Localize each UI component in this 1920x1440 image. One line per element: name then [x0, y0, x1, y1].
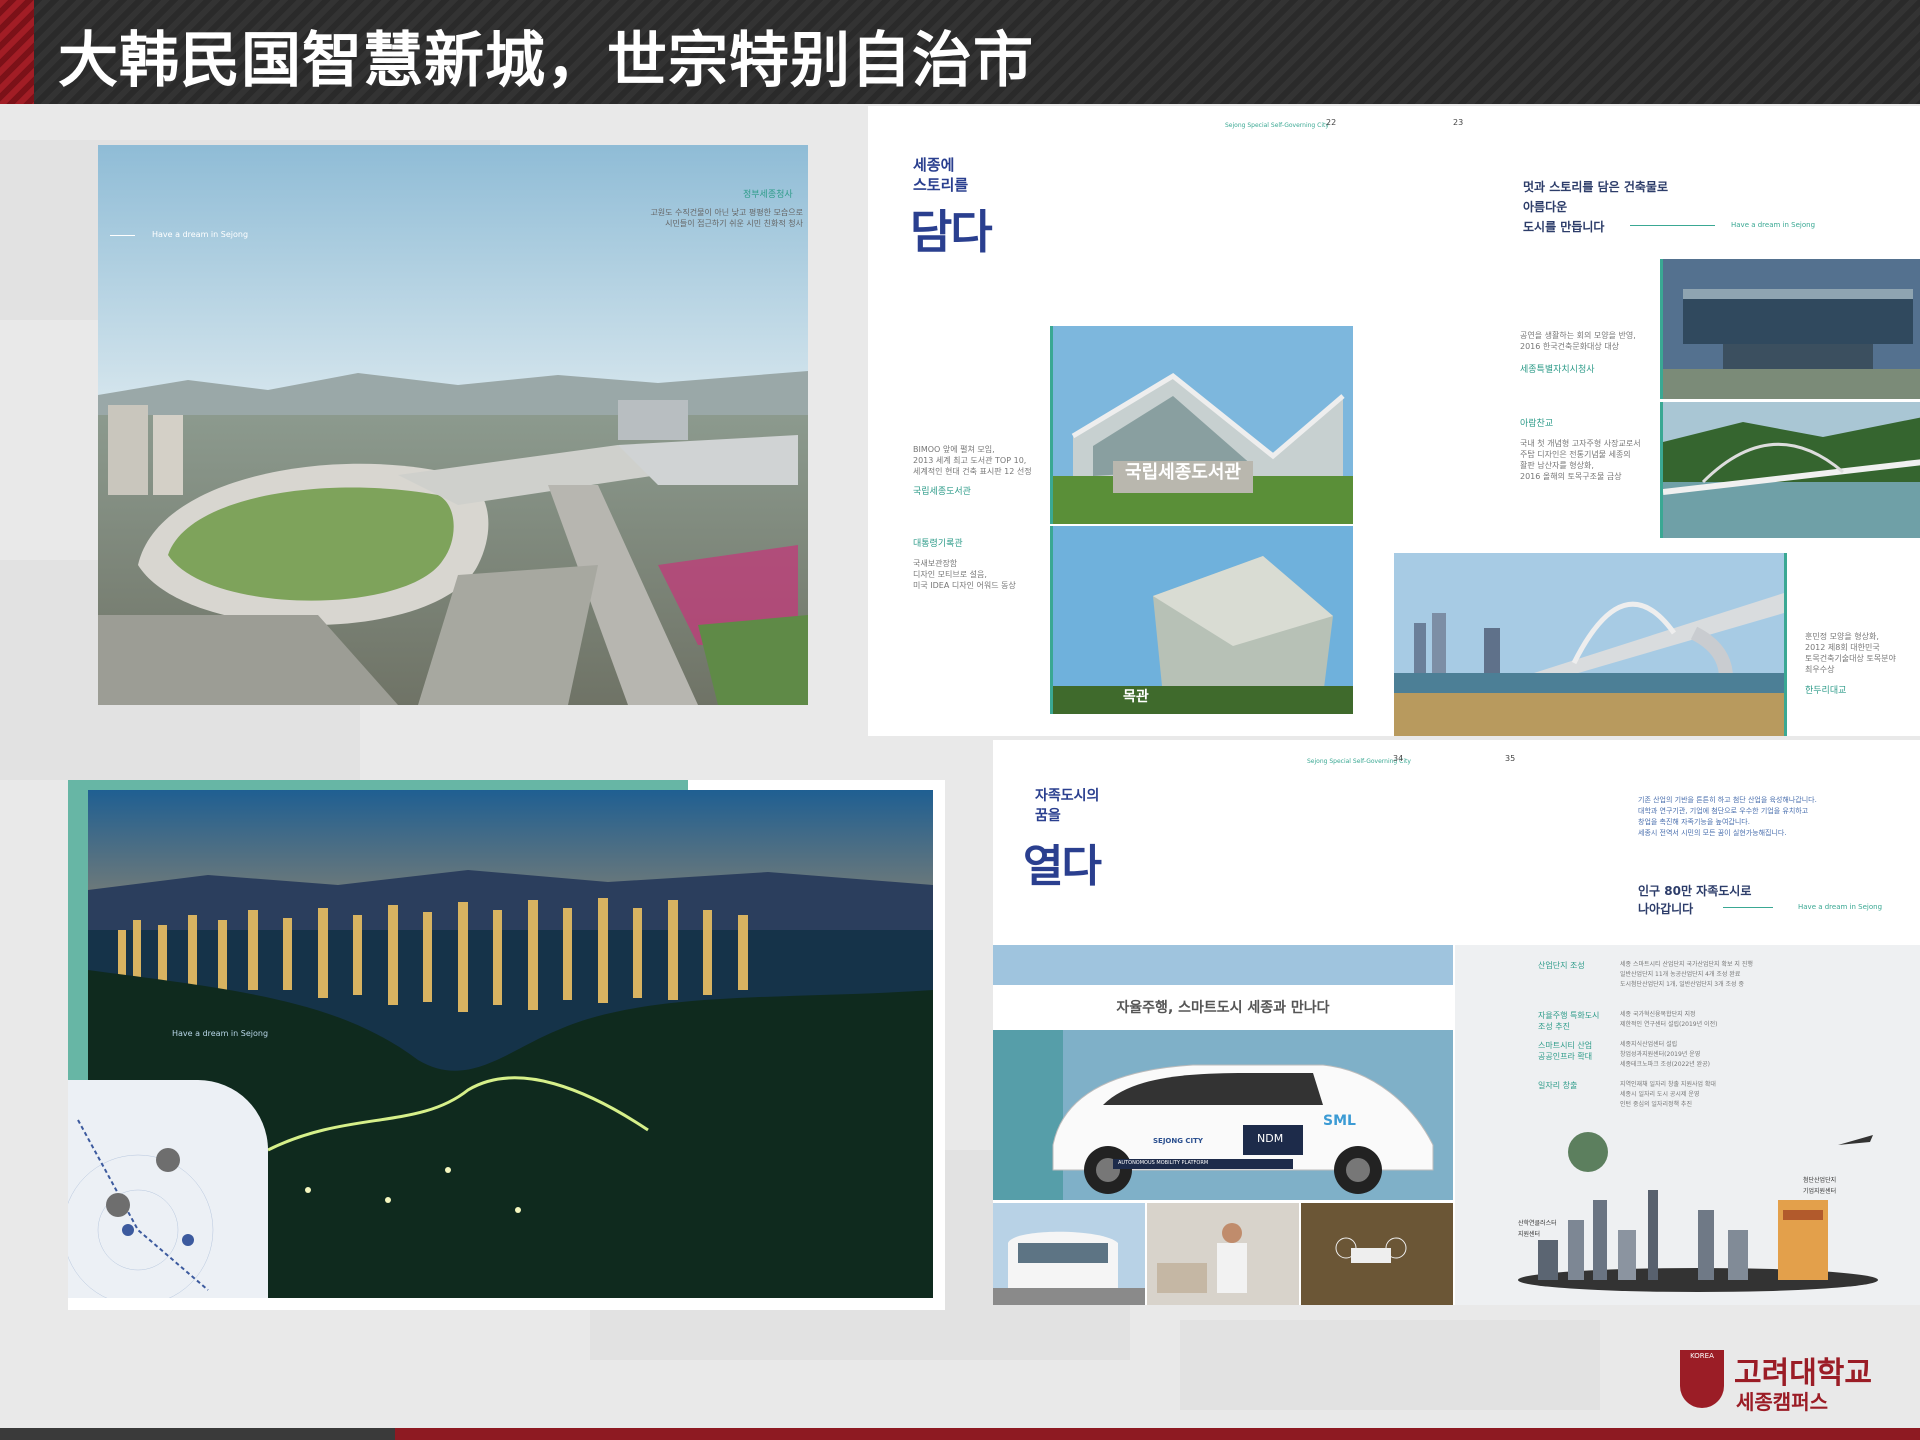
car-sml: SML	[1323, 1113, 1356, 1129]
tagline-rule	[110, 235, 135, 236]
left-heading-2: 대통령기록관	[913, 539, 963, 549]
page-number-35: 35	[1505, 754, 1516, 763]
city-hall-photo	[1660, 259, 1920, 399]
headline-big: 담다	[910, 205, 993, 259]
list-item-text: 지역인재채 일자리 창출 지원사업 확대 세종시 일자리 도시 공시제 운영 인…	[1620, 1081, 1716, 1108]
shuttle-photo	[993, 1203, 1145, 1305]
night-frame-bottom	[68, 1298, 945, 1310]
title-bar: 大韩民国智慧新城，世宗特别自治市	[0, 0, 1920, 104]
university-logo: KOREA 고려대학교 세종캠퍼스	[1680, 1348, 1910, 1418]
list-item: 스마트시티 산업 공공인프라 확대 세종지식산업센터 설립 창업성과지원센터(2…	[1538, 1040, 1918, 1080]
headline-d-line-2: 꿈을	[1035, 808, 1061, 824]
title-d-rule	[1723, 907, 1773, 908]
campus-name: 세종캠퍼스	[1736, 1390, 1828, 1414]
list-item-text: 세종지식산업센터 설립 창업성과지원센터(2019년 운영 세종테크노파크 조성…	[1620, 1041, 1711, 1068]
left-heading-1: 국립세종도서관	[913, 487, 971, 497]
title-d-line-1: 인구 80만 자족도시로	[1638, 884, 1752, 898]
panel-a-heading: 정부세종청사	[743, 190, 793, 200]
map-inset	[68, 1080, 268, 1306]
right-caption-3: 훈민정 모양을 형상화, 2012 제8회 대한민국 토목건축기술대상 토목분야…	[1805, 632, 1896, 674]
list-item: 자율주행 특화도시 조성 추진 세종 국가혁신융복합단지 지정 제한적인 연구센…	[1538, 1010, 1918, 1040]
right-title-rule	[1630, 225, 1715, 226]
archives-sign: 목관	[1123, 689, 1149, 705]
intro-text: 기존 산업의 기반을 튼튼히 하고 첨단 산업을 육성해나갑니다. 대학과 연구…	[1638, 796, 1817, 837]
list-item-heading: 산업단지 조성	[1538, 961, 1585, 970]
panel-a-tagline: Have a dream in Sejong	[152, 230, 249, 239]
footer-bar-accent	[395, 1428, 1920, 1440]
archives-photo: 목관	[1050, 526, 1353, 714]
car-ndm: NDM	[1257, 1132, 1284, 1145]
title-accent	[0, 0, 34, 104]
industry-list: 산업단지 조성 세종 스마트시티 산업단지 국가산업단지 확보 지 진행 일반산…	[1538, 960, 1918, 1120]
right-caption-2: 국내 첫 개념형 고자주형 사장교로서 주탑 디자인은 전통기념물 세종의 활판…	[1520, 439, 1641, 481]
list-item: 일자리 창출 지역인재채 일자리 창출 지원사업 확대 세종시 일자리 도시 공…	[1538, 1080, 1918, 1120]
right-heading-1: 세종특별자치시청사	[1520, 365, 1595, 375]
car-strip: AUTONOMOUS MOBILITY PLATFORM	[1118, 1160, 1209, 1166]
right-title-line-3: 도시를 만듭니다	[1523, 220, 1605, 234]
d-tagline: Have a dream in Sejong	[1798, 903, 1883, 911]
headline-line-2: 스토리를	[913, 176, 969, 194]
list-item-heading: 스마트시티 산업 공공인프라 확대	[1538, 1041, 1593, 1061]
library-photo: 국립세종도서관	[1050, 326, 1353, 524]
label-left: 산학연클러스터 지원센터	[1518, 1220, 1557, 1238]
slide-title: 大韩民国智慧新城，世宗特别自治市	[58, 26, 1034, 96]
spread-header: Sejong Special Self-Governing City	[1225, 122, 1329, 129]
list-item: 산업단지 조성 세종 스마트시티 산업단지 국가산업단지 확보 지 진행 일반산…	[1538, 960, 1918, 1010]
right-title-line-1: 멋과 스토리를 담은 건축물로	[1523, 180, 1669, 194]
autonomous-car-photo: 자율주행, 스마트도시 세종과 만나다 SEJONG CITY NDM SML …	[993, 945, 1453, 1200]
crest-badge: KOREA	[1690, 1352, 1714, 1360]
government-complex-photo: Have a dream in Sejong 정부세종청사 고원도 수직건물이 …	[98, 145, 808, 705]
list-item-heading: 일자리 창출	[1538, 1081, 1578, 1090]
headline-d-big: 열다	[1023, 841, 1102, 892]
label-right: 첨단산업단지 기업지원센터	[1803, 1177, 1837, 1195]
right-tagline: Have a dream in Sejong	[1731, 221, 1816, 229]
bridge-photo	[1660, 402, 1920, 538]
panel-a-caption: 고원도 수직건물이 아닌 낮고 평평한 모습으로 시민들이 접근하기 쉬운 시민…	[650, 208, 803, 228]
right-heading-3: 한두리대교	[1805, 686, 1847, 696]
list-item-text: 세종 스마트시티 산업단지 국가산업단지 확보 지 진행 일반산업단지 11개 …	[1620, 961, 1753, 988]
page-number-right: 23	[1453, 118, 1464, 127]
right-caption-1: 공연을 생활하는 회의 모양을 반영, 2016 한국건축문화대상 대상	[1520, 331, 1636, 351]
background-tile	[1180, 1320, 1600, 1410]
left-caption-1: BIMOO 앞에 펼쳐 모임, 2013 세계 최고 도서관 TOP 10, 세…	[913, 445, 1032, 476]
right-heading-2: 아람찬교	[1520, 419, 1554, 429]
architecture-spread: Sejong Special Self-Governing City 22 23…	[868, 106, 1920, 736]
library-sign: 국립세종도서관	[1125, 462, 1241, 483]
headline-line-1: 세종에	[913, 156, 955, 174]
handuri-bridge-photo	[1394, 553, 1787, 736]
autonomous-banner: 자율주행, 스마트도시 세종과 만나다	[1116, 1000, 1330, 1016]
office-photo	[1147, 1203, 1299, 1305]
panel-c-tagline: Have a dream in Sejong	[172, 1029, 269, 1038]
drone-photo	[1301, 1203, 1453, 1305]
car-brand: SEJONG CITY	[1153, 1137, 1204, 1145]
title-d-line-2: 나아갑니다	[1638, 902, 1694, 916]
page-number-34: 34	[1393, 754, 1404, 763]
list-item-heading: 자율주행 특화도시 조성 추진	[1538, 1011, 1600, 1031]
left-caption-2: 국새보관장함 디자인 모티브로 설음, 미국 IDEA 디자인 어워드 동상	[913, 559, 1016, 590]
list-item-text: 세종 국가혁신융복합단지 지정 제한적인 연구센터 설립(2019년 이전)	[1620, 1011, 1718, 1028]
headline-d-line-1: 자족도시의	[1035, 788, 1100, 804]
right-title-line-2: 아름다운	[1523, 200, 1568, 214]
page-number-left: 22	[1326, 118, 1337, 127]
self-sufficient-spread: Sejong Special Self-Governing City 34 35…	[993, 740, 1920, 1305]
crest-icon: KOREA	[1680, 1350, 1724, 1408]
night-city-photo: Have a dream in Sejong	[68, 780, 945, 1310]
